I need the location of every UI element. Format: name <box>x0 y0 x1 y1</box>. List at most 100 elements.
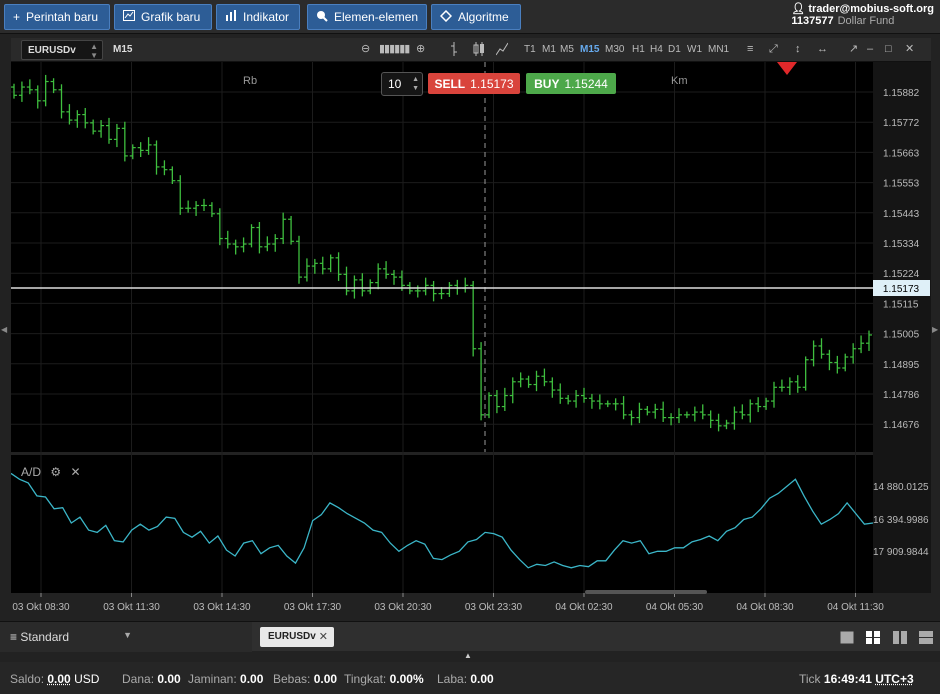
horizontal-scale-icon[interactable]: ↔ <box>817 42 828 56</box>
price-tick-label: 1.14786 <box>883 390 920 401</box>
saldo-value[interactable]: 0.00 <box>47 672 70 686</box>
right-collapse-icon[interactable]: ▶ <box>932 325 938 334</box>
chart-area[interactable]: 1.15882 1.15772 1.15663 1.15553 1.15443 1.153… <box>11 62 931 617</box>
laba-field: Laba: 0.00 <box>437 672 494 686</box>
close-tab-icon[interactable]: ✕ <box>319 630 328 643</box>
new-chart-label: Grafik baru <box>141 10 201 24</box>
layout-grid-icon[interactable] <box>866 631 880 644</box>
maximize-icon[interactable]: □ <box>885 42 892 56</box>
vertical-scale-icon[interactable]: ↕ <box>795 42 801 56</box>
tf-m15[interactable]: M15 <box>580 44 599 55</box>
quantity-value: 10 <box>388 77 402 91</box>
ad-tick-label: 17 909.9844 <box>873 547 929 558</box>
price-chart[interactable]: 1.15882 1.15772 1.15663 1.15553 1.15443 1.153… <box>11 62 931 617</box>
time-tick-label: 04 Okt 11:30 <box>827 602 884 613</box>
symbol-select[interactable]: EURUSDv ▲ ▼ <box>21 40 103 60</box>
workspace-tab-bar: ≡ Standard ▼ EURUSDv ✕ <box>0 621 940 652</box>
price-tick-label: 1.15882 <box>883 88 920 99</box>
sell-label: SELL <box>434 76 466 91</box>
status-bar: Saldo: 0.00 USD Dana: 0.00 Jaminan: 0.00… <box>0 662 940 694</box>
bar-spacing-icon[interactable]: ≡ <box>747 42 753 56</box>
panel-grip-icon[interactable]: ▲ <box>464 651 472 660</box>
line-chart-icon[interactable] <box>495 42 509 60</box>
jaminan-field: Jaminan: 0.00 <box>188 672 263 686</box>
time-tick-label: 03 Okt 11:30 <box>103 602 160 613</box>
tf-mn1[interactable]: MN1 <box>708 44 729 55</box>
account-type: Dollar Fund <box>837 15 895 27</box>
left-collapse-icon[interactable]: ◀ <box>1 325 7 334</box>
layout-rows-icon[interactable] <box>919 631 933 644</box>
gear-icon[interactable]: ⚙ <box>50 465 61 479</box>
stepper-arrows-icon[interactable]: ▲ ▼ <box>412 75 419 93</box>
symbol-value: EURUSDv <box>28 45 76 56</box>
price-axis <box>873 62 931 593</box>
algorithm-button[interactable]: Algoritme <box>431 4 521 30</box>
layout-columns-icon[interactable] <box>893 631 907 644</box>
quantity-stepper[interactable]: 10 ▲ ▼ <box>381 72 423 96</box>
elements-button[interactable]: Elemen-elemen <box>307 4 427 30</box>
bebas-label: Bebas: <box>273 672 311 686</box>
workspace-select[interactable]: ≡ Standard ▼ <box>0 622 252 652</box>
plus-icon: + <box>13 10 21 24</box>
tf-m30[interactable]: M30 <box>605 44 624 55</box>
indicator-button[interactable]: Indikator <box>216 4 300 30</box>
user-icon: 👤︎ <box>791 3 806 15</box>
tf-d1[interactable]: D1 <box>668 44 681 55</box>
saldo-field: Saldo: 0.00 USD <box>10 672 99 686</box>
tf-h1[interactable]: H1 <box>632 44 645 55</box>
ad-tick-label: 14 880.0125 <box>873 482 929 493</box>
laba-label: Laba: <box>437 672 468 686</box>
bebas-field: Bebas: 0.00 <box>273 672 337 686</box>
tingkat-field: Tingkat: 0.00% <box>344 672 424 686</box>
jaminan-value: 0.00 <box>240 672 264 686</box>
chart-toolbar: EURUSDv ▲ ▼ M15 ⊖ ▮▮▮▮▮▮ ⊕ T1 M1 M5 M15 M… <box>11 38 931 62</box>
new-order-button[interactable]: + Perintah baru <box>4 4 110 30</box>
zoom-out-icon[interactable]: ⊖ <box>361 42 370 56</box>
buy-label: BUY <box>534 76 560 91</box>
zoom-slider[interactable]: ▮▮▮▮▮▮ <box>379 42 410 56</box>
saldo-currency: USD <box>74 672 100 686</box>
time-tick-label: 04 Okt 02:30 <box>555 602 613 613</box>
close-icon[interactable]: ✕ <box>70 465 80 479</box>
bars-icon <box>225 10 237 24</box>
price-tick-label: 1.15772 <box>883 118 920 129</box>
buy-button[interactable]: BUY 1.15244 <box>526 73 616 94</box>
current-timeframe: M15 <box>113 44 133 55</box>
price-tick-label: 1.15005 <box>883 330 920 341</box>
tf-m1[interactable]: M1 <box>542 44 556 55</box>
price-tick-label: 1.15663 <box>883 148 920 159</box>
diagonal-arrows-icon[interactable]: ⤢ <box>769 42 778 56</box>
chart-tab[interactable]: EURUSDv ✕ <box>260 627 334 647</box>
timezone-select[interactable]: UTC+3 <box>875 672 913 686</box>
chart-label-right: Km <box>671 75 688 87</box>
candle-chart-icon[interactable] <box>473 42 485 60</box>
zoom-in-icon[interactable]: ⊕ <box>416 42 425 56</box>
indicator-name: A/D <box>21 465 42 479</box>
chart-tab-label: EURUSDv <box>268 631 316 642</box>
bar-chart-icon[interactable] <box>449 42 459 60</box>
price-tick-label: 1.15224 <box>883 269 920 280</box>
ad-tick-label: 16 394.9986 <box>873 515 929 526</box>
tf-h4[interactable]: H4 <box>650 44 663 55</box>
chevron-down-icon: ▼ <box>123 630 132 640</box>
tf-t1[interactable]: T1 <box>524 44 536 55</box>
menu-icon: ≡ <box>10 630 18 644</box>
close-icon[interactable]: ✕ <box>905 42 914 56</box>
sell-price: 1.15173 <box>470 76 514 91</box>
dana-value: 0.00 <box>157 672 181 686</box>
tf-w1[interactable]: W1 <box>687 44 702 55</box>
algorithm-label: Algoritme <box>458 10 509 24</box>
layout-single-icon[interactable] <box>840 631 854 644</box>
jaminan-label: Jaminan: <box>188 672 237 686</box>
tf-m5[interactable]: M5 <box>560 44 574 55</box>
chart-scrollbar[interactable] <box>585 590 707 594</box>
workspace-name: Standard <box>20 630 70 644</box>
detach-icon[interactable]: ↗ <box>849 42 858 56</box>
account-info[interactable]: 👤︎ trader@mobius-soft.org 1137577 Dollar … <box>791 2 934 27</box>
cursor-icon <box>316 10 328 25</box>
dana-label: Dana: <box>122 672 155 686</box>
sell-button[interactable]: SELL 1.15173 <box>428 73 520 94</box>
minimize-icon[interactable]: – <box>867 42 873 56</box>
time-tick-label: 04 Okt 08:30 <box>736 602 794 613</box>
new-chart-button[interactable]: Grafik baru <box>114 4 212 30</box>
